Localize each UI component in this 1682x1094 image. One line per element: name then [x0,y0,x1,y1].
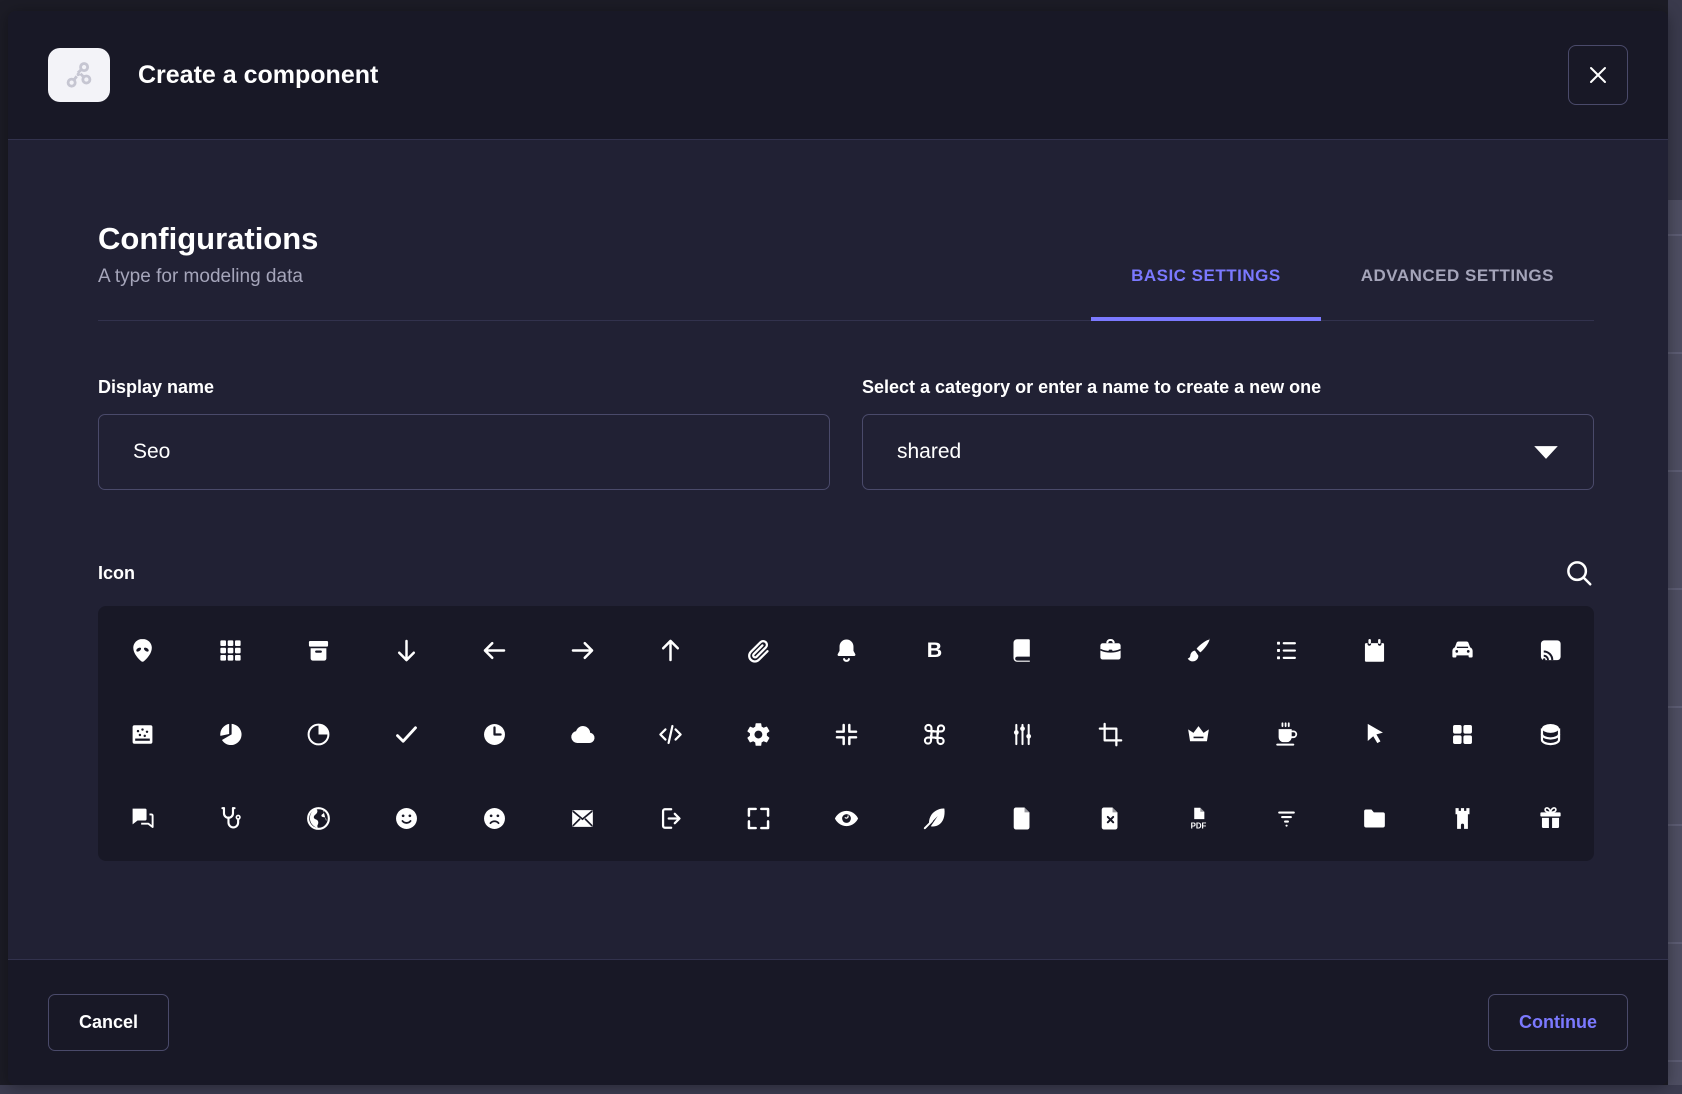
background-page-bottom [0,1085,1682,1094]
envelope-icon[interactable] [538,776,626,860]
bold-icon[interactable]: B [890,608,978,692]
modal-footer: Cancel Continue [8,959,1668,1085]
settings-tabs: BASIC SETTINGS ADVANCED SETTINGS [1091,266,1594,320]
connector-icon[interactable] [978,692,1066,776]
category-select-value: shared [897,440,1533,464]
chevron-down-icon [1533,445,1559,460]
gift-icon[interactable] [1506,776,1594,860]
icon-grid: B PDF [98,606,1594,861]
crown-icon[interactable] [1154,692,1242,776]
cast-icon[interactable] [1506,608,1594,692]
form-row: Display name Select a category or enter … [98,377,1594,490]
display-name-label: Display name [98,377,830,398]
create-component-modal: Create a component Configurations A type… [8,11,1668,1085]
folder-icon[interactable] [1330,776,1418,860]
briefcase-icon[interactable] [1066,608,1154,692]
close-icon [1586,63,1610,87]
tab-basic-settings[interactable]: BASIC SETTINGS [1091,266,1321,320]
brush-icon[interactable] [1154,608,1242,692]
expand-icon[interactable] [714,776,802,860]
chart-pie-icon[interactable] [274,692,362,776]
file-icon[interactable] [978,776,1066,860]
close-button[interactable] [1568,45,1628,105]
cup-icon[interactable] [1242,692,1330,776]
icon-row: Icon [98,558,1594,588]
continue-button[interactable]: Continue [1488,994,1628,1051]
attachment-icon[interactable] [714,608,802,692]
cog-icon[interactable] [714,692,802,776]
chart-bubble-icon[interactable] [98,692,186,776]
archive-icon[interactable] [274,608,362,692]
bullet-list-icon[interactable] [1242,608,1330,692]
emotion-happy-icon[interactable] [362,776,450,860]
category-field-group: Select a category or enter a name to cre… [862,377,1594,490]
icon-search-button[interactable] [1564,558,1594,588]
book-icon[interactable] [978,608,1066,692]
cloud-icon[interactable] [538,692,626,776]
bell-icon[interactable] [802,608,890,692]
check-icon[interactable] [362,692,450,776]
component-nodes-icon [48,48,110,102]
svg-text:PDF: PDF [1190,821,1206,830]
calendar-icon[interactable] [1330,608,1418,692]
file-pdf-icon[interactable]: PDF [1154,776,1242,860]
cursor-icon[interactable] [1330,692,1418,776]
background-page-sliver [1668,0,1682,1094]
filter-icon[interactable] [1242,776,1330,860]
feather-icon[interactable] [890,776,978,860]
eye-icon[interactable] [802,776,890,860]
search-icon [1564,558,1594,588]
section-head: Configurations A type for modeling data … [98,220,1594,321]
earth-icon[interactable] [274,776,362,860]
dashboard-icon[interactable] [1418,692,1506,776]
display-name-field-group: Display name [98,377,830,490]
display-name-input[interactable] [98,414,830,490]
cancel-button[interactable]: Cancel [48,994,169,1051]
modal-title: Create a component [138,61,378,90]
clock-icon[interactable] [450,692,538,776]
car-icon[interactable] [1418,608,1506,692]
command-icon[interactable] [890,692,978,776]
code-icon[interactable] [626,692,714,776]
gate-icon[interactable] [1418,776,1506,860]
file-error-icon[interactable] [1066,776,1154,860]
section-titles: Configurations A type for modeling data [98,220,318,320]
chart-circle-icon[interactable] [186,692,274,776]
emotion-unhappy-icon[interactable] [450,776,538,860]
icon-label: Icon [98,563,135,584]
crop-icon[interactable] [1066,692,1154,776]
category-select[interactable]: shared [862,414,1594,490]
modal-body: Configurations A type for modeling data … [8,140,1668,959]
page-subtitle: A type for modeling data [98,266,318,288]
discuss-icon[interactable] [98,776,186,860]
arrow-right-icon[interactable] [538,608,626,692]
doctor-icon[interactable] [186,776,274,860]
svg-text:B: B [926,637,941,661]
arrow-down-icon[interactable] [362,608,450,692]
apps-icon[interactable] [186,608,274,692]
arrow-left-icon[interactable] [450,608,538,692]
database-icon[interactable] [1506,692,1594,776]
arrow-up-icon[interactable] [626,608,714,692]
page-title: Configurations [98,220,318,258]
modal-header: Create a component [8,11,1668,140]
collapse-icon[interactable] [802,692,890,776]
alien-icon[interactable] [98,608,186,692]
exit-icon[interactable] [626,776,714,860]
category-label: Select a category or enter a name to cre… [862,377,1594,398]
tab-advanced-settings[interactable]: ADVANCED SETTINGS [1321,266,1594,320]
